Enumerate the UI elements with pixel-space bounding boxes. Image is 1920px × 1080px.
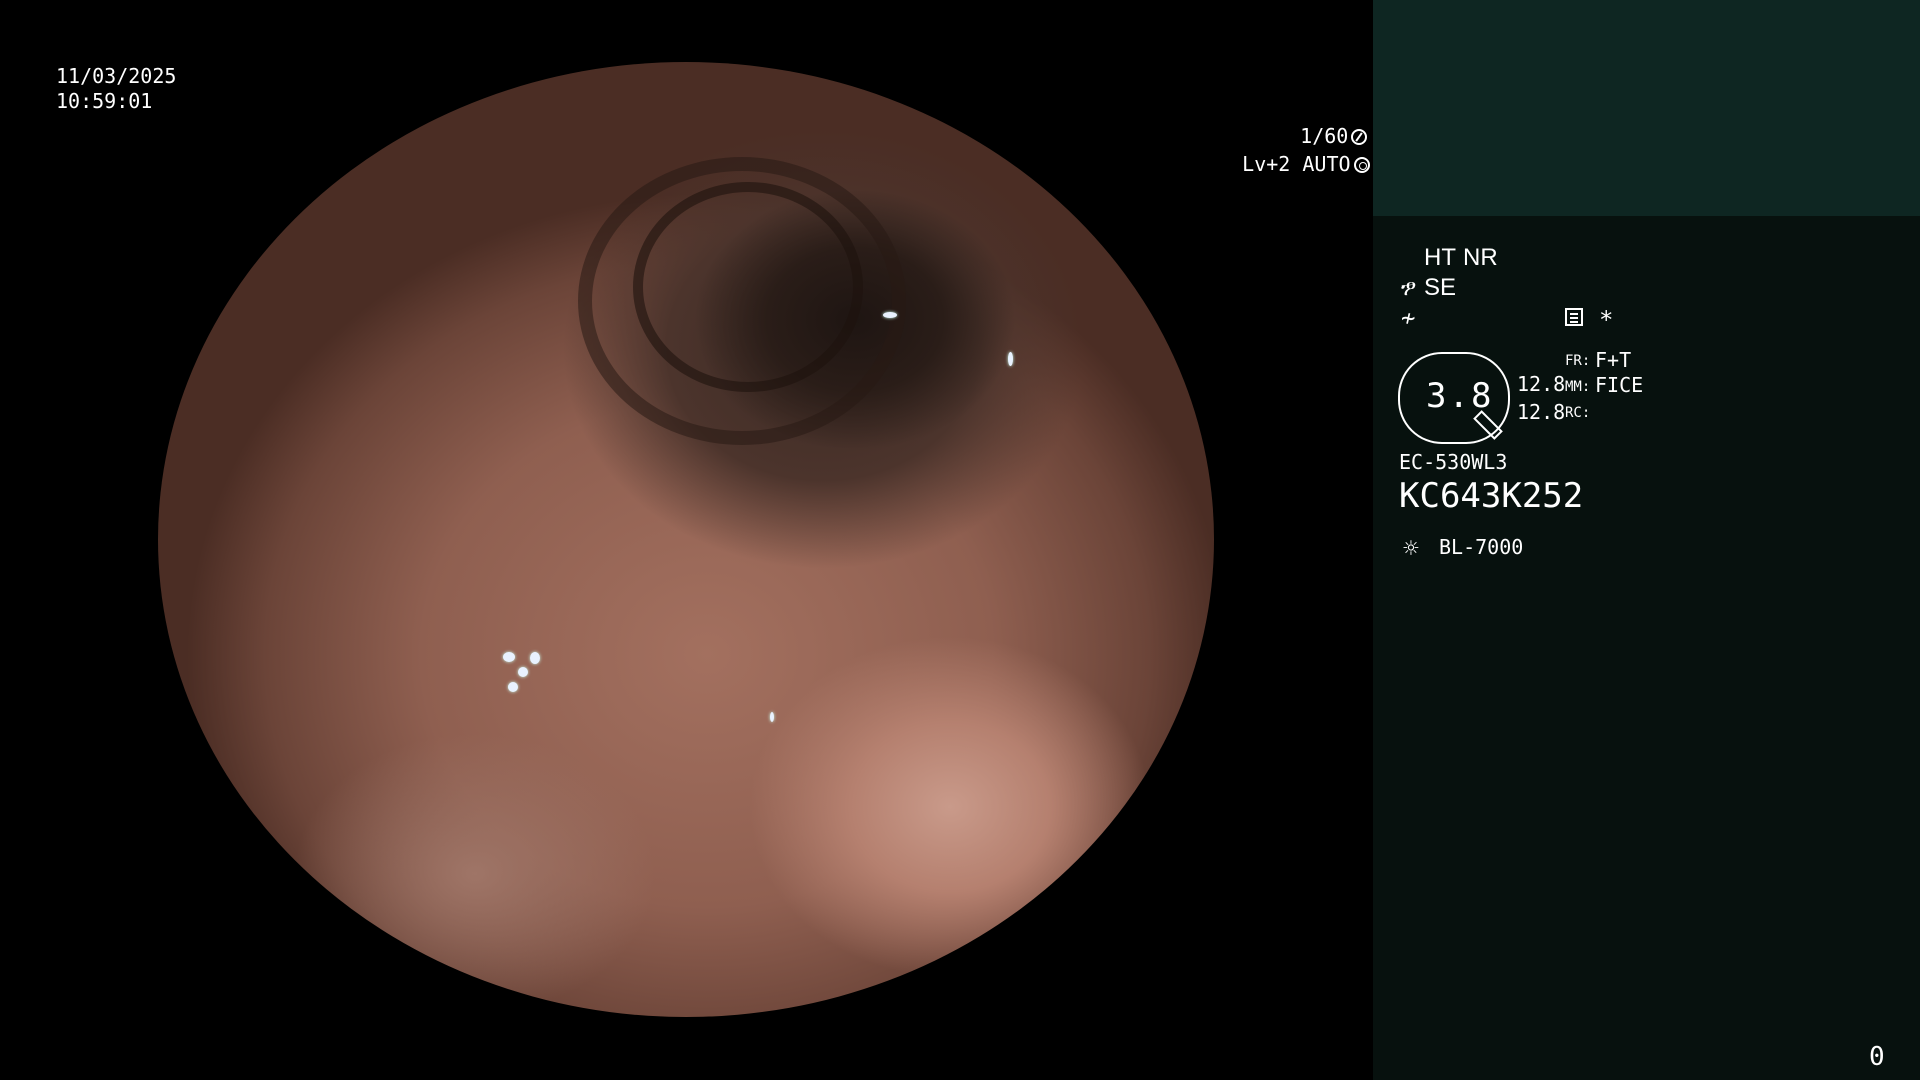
mm-label: MM:	[1565, 379, 1591, 395]
level-readout: Lv+2 AUTO	[1194, 128, 1370, 200]
zoom-value: 3.8	[1426, 376, 1494, 416]
value-1: 12.8	[1517, 372, 1566, 396]
zoom-indicator: 3.8	[1398, 352, 1510, 444]
asterisk-indicator: *	[1599, 306, 1614, 334]
light-reflection	[770, 712, 774, 722]
contrast-icon: ≁	[1401, 304, 1416, 332]
structure-enhance-icon: ፇ	[1401, 276, 1417, 301]
fr-label: FR:	[1565, 353, 1591, 369]
nr-indicator: NR	[1463, 244, 1498, 271]
light-reflection	[1008, 352, 1013, 366]
ht-indicator: HT	[1424, 244, 1456, 271]
light-reflection	[883, 312, 897, 318]
rc-label: RC:	[1565, 405, 1591, 421]
light-reflection	[530, 652, 540, 664]
status-panel: HT NR ፇ SE ≁ * 3.8 12.8 12.8 FR: F+T MM:…	[1373, 0, 1920, 1080]
mm-value: FICE	[1595, 373, 1644, 397]
value-2: 12.8	[1517, 400, 1566, 424]
endoscope-viewport: 11/03/2025 10:59:01 1/60 Lv+2 AUTO	[0, 0, 1373, 1080]
light-source-label: BL-7000	[1439, 535, 1524, 559]
settings-list-icon	[1565, 308, 1583, 326]
scope-model: EC-530WL3	[1399, 450, 1508, 474]
iris-icon	[1353, 157, 1370, 173]
endoscopic-image	[158, 62, 1214, 1017]
time-label: 10:59:01	[56, 89, 153, 113]
panel-header-area	[1373, 0, 1920, 216]
fr-value: F+T	[1595, 348, 1632, 372]
se-indicator: SE	[1424, 274, 1457, 301]
level-label: Lv+2 AUTO	[1242, 152, 1351, 176]
date-label: 11/03/2025	[56, 64, 177, 88]
light-source-icon: ☼	[1403, 534, 1419, 564]
lumen-fold-inner	[633, 182, 863, 392]
scope-serial: KC643K252	[1399, 476, 1584, 516]
light-reflection	[503, 652, 515, 662]
frame-counter: 0	[1869, 1042, 1885, 1072]
light-reflection	[508, 682, 518, 692]
light-reflection	[518, 667, 528, 677]
